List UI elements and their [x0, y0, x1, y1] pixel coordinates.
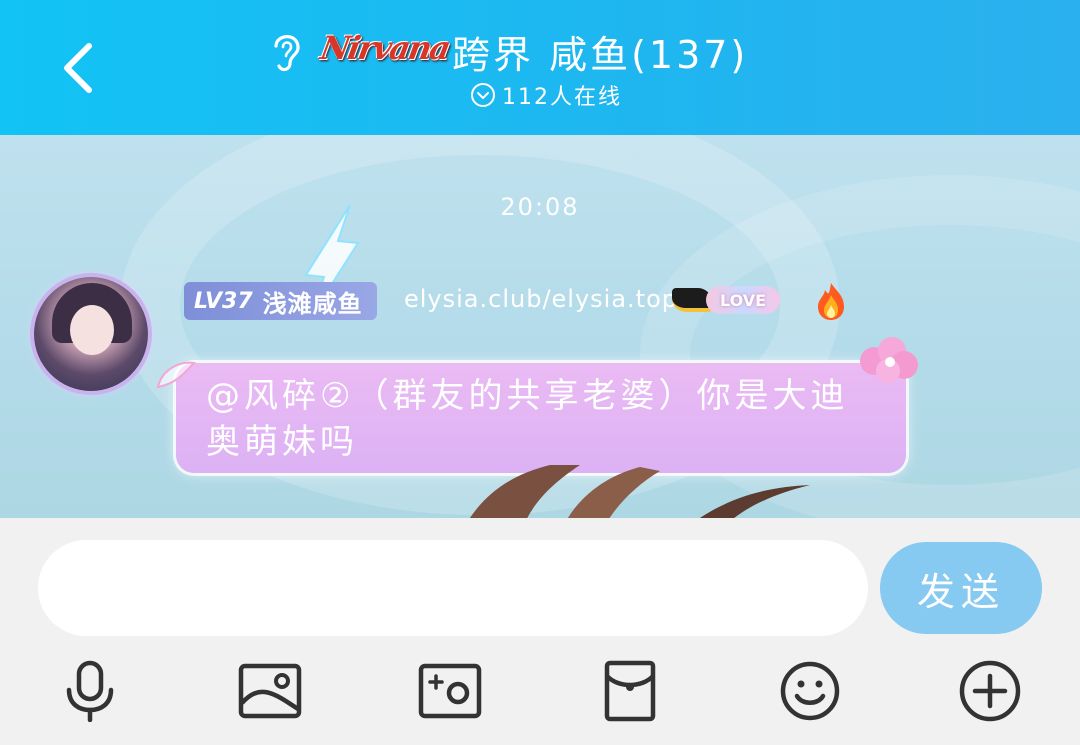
image-icon: [238, 663, 302, 719]
love-badge-label: LOVE: [706, 286, 781, 314]
voice-button[interactable]: [55, 658, 125, 724]
group-title[interactable]: 跨界 咸鱼(137): [452, 24, 748, 79]
message-text: @风碎②（群友的共享老婆）你是大迪奥萌妹吗: [206, 376, 849, 462]
love-badge: LOVE: [672, 283, 800, 317]
chat-message-list[interactable]: 20:08 LV37 浅滩咸鱼 elysia.club/elysia.top L…: [0, 135, 1080, 518]
plus-circle-icon: [959, 660, 1021, 722]
level-tag: LV37 浅滩咸鱼: [184, 282, 377, 320]
online-status[interactable]: 112人在线: [470, 80, 622, 110]
input-area: 发送: [0, 518, 1080, 745]
camera-icon: [418, 663, 482, 719]
online-count: 112人在线: [502, 85, 622, 110]
chevron-down-circle-icon: [471, 83, 495, 107]
camera-button[interactable]: [415, 658, 485, 724]
more-button[interactable]: [955, 658, 1025, 724]
flower-decoration: [860, 337, 918, 383]
sender-title: elysia.club/elysia.top: [404, 285, 679, 313]
send-button[interactable]: 发送: [880, 542, 1042, 634]
level-number: LV37: [194, 288, 253, 314]
emoji-button[interactable]: [775, 658, 845, 724]
image-button[interactable]: [235, 658, 305, 724]
message-timestamp: 20:08: [500, 193, 580, 221]
fire-icon: [818, 283, 844, 320]
message-input[interactable]: [38, 540, 868, 636]
microphone-icon: [66, 660, 114, 722]
leaf-decoration: [156, 361, 196, 389]
sender-nickname[interactable]: 浅滩咸鱼: [263, 284, 363, 319]
red-packet-icon: [604, 660, 656, 722]
logo-text: Nirvana: [317, 29, 453, 67]
red-packet-button[interactable]: [595, 658, 665, 724]
back-button[interactable]: [48, 38, 108, 98]
message-bubble[interactable]: @风碎②（群友的共享老婆）你是大迪奥萌妹吗: [176, 363, 906, 473]
avatar[interactable]: [34, 277, 148, 391]
group-logo: Nirvana: [318, 20, 452, 76]
chat-header: Nirvana 跨界 咸鱼(137) 112人在线: [0, 0, 1080, 135]
ear-icon[interactable]: [268, 28, 304, 74]
emoji-icon: [780, 661, 840, 721]
avatar-face: [70, 305, 114, 355]
background-illustration: [469, 465, 810, 518]
chevron-left-icon: [64, 43, 92, 93]
